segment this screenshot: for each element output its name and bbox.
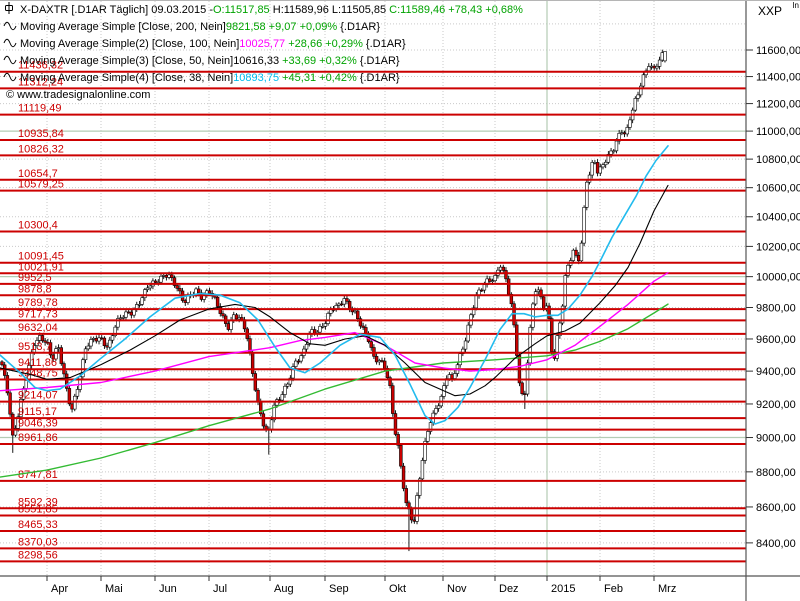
legend-row-ma50[interactable]: Moving Average Simple(3) [Close, 50, Nei… [3,53,523,70]
y-tick-label: 11600,00 [756,45,800,57]
instrument-title: X-DAXTR [.D1AR Täglich] 09.03.2015 - [20,2,213,19]
y-tick-label: 10000,00 [756,272,800,284]
open-value: O:11517,85 [213,2,270,19]
y-tick-label: 9800,00 [756,302,796,314]
time-axis[interactable]: Apr Mai Jun Jul Aug Sep Okt Nov Dez 2015 Feb Mrz [0,576,800,595]
level-label: 9878,8 [18,283,52,295]
level-label: 9717,73 [18,308,58,320]
y-tick-label: 11400,00 [756,72,800,84]
x-tick-label: 2015 [551,583,575,595]
level-label: 9046,39 [18,418,58,430]
y-tick-label: 11200,00 [756,99,800,111]
legend-row-instrument[interactable]: X-DAXTR [.D1AR Täglich] 09.03.2015 - O:1… [3,2,523,19]
x-tick-label: Okt [389,583,406,595]
copyright-notice: © www.tradesignalonline.com [3,87,523,104]
ma200-change: +9,07 +0,09% [266,19,338,36]
level-label: 9513,7 [18,341,52,353]
y-tick-label: 10200,00 [756,241,800,253]
level-label: 9115,17 [18,406,57,418]
wave-icon [3,36,17,54]
y-tick-label: 8800,00 [756,467,796,479]
level-label: 10826,32 [18,143,64,155]
y-tick-label: 9400,00 [756,366,796,378]
ma200-value: 9821,58 [226,19,266,36]
ma50-label: Moving Average Simple(3) [Close, 50, Nei… [20,53,233,70]
level-label: 8465,33 [18,519,58,531]
ma50-change: +33,69 +0,32% [279,53,357,70]
x-tick-label: Mai [105,583,123,595]
ma100-change: +28,66 +0,29% [285,36,363,53]
wave-icon [3,19,17,37]
high-low-values: H:11589,96 L:11505,85 [270,2,389,19]
price-axis[interactable]: 11600,00 11400,00 11200,00 11000,00 10800,00… [746,1,800,601]
legend-row-ma200[interactable]: Moving Average Simple [Close, 200, Nein]… [3,19,523,36]
x-tick-label: Jun [159,583,177,595]
level-label: 10935,84 [18,128,64,140]
level-label: 8370,03 [18,536,58,548]
corner-text-fragment: In [792,1,799,10]
ma200-suffix: {.D1AR} [337,19,380,36]
close-change-values: C:11589,46 +78,43 +0,68% [389,2,523,19]
x-tick-label: Sep [329,583,349,595]
level-label: 8551,85 [18,504,58,516]
y-tick-label: 8600,00 [756,502,796,514]
x-tick-label: Apr [51,583,68,595]
level-label: 10579,25 [18,179,64,191]
level-label: 9632,04 [18,322,58,334]
ma100-label: Moving Average Simple(2) [Close, 100, Ne… [20,36,239,53]
level-label: 10300,4 [18,219,58,231]
ma200-label: Moving Average Simple [Close, 200, Nein] [20,19,226,36]
y-tick-label: 10400,00 [756,212,800,224]
y-tick-label: 10800,00 [756,154,800,166]
ma100-value: 10025,77 [239,36,285,53]
copyright-text: © www.tradesignalonline.com [6,87,150,104]
ma38-suffix: {.D1AR} [357,70,400,87]
level-label: 9789,78 [18,297,58,309]
ma38-change: +45,31 +0,42% [279,70,357,87]
x-tick-label: Dez [499,583,519,595]
legend-row-ma38[interactable]: Moving Average Simple(4) [Close, 38, Nei… [3,70,523,87]
level-label: 9214,07 [18,390,58,402]
ma38-value: 10893,75 [233,70,279,87]
x-tick-label: Mrz [658,583,676,595]
level-label: 8298,56 [18,549,58,561]
y-tick-label: 10600,00 [756,183,800,195]
y-tick-label: 9000,00 [756,433,796,445]
legend-row-ma100[interactable]: Moving Average Simple(2) [Close, 100, Ne… [3,36,523,53]
legend: X-DAXTR [.D1AR Täglich] 09.03.2015 - O:1… [3,2,523,104]
y-tick-label: 9600,00 [756,334,796,346]
x-tick-label: Feb [604,583,623,595]
level-label: 9952,5 [18,272,52,284]
x-tick-label: Aug [274,583,294,595]
ma50-value: 10616,33 [233,53,279,70]
wave-icon [3,53,17,71]
level-label: 8961,86 [18,432,58,444]
wave-icon [3,70,17,88]
ma38-label: Moving Average Simple(4) [Close, 38, Nei… [20,70,233,87]
chart-window: 11436,3211312,2411119,4910935,8410826,32… [0,0,800,601]
y-tick-label: 9200,00 [756,399,796,411]
level-label: 8747,81 [18,469,58,481]
ma50-suffix: {.D1AR} [357,53,400,70]
y-tick-label: 8400,00 [756,538,796,550]
y-tick-label: 11000,00 [756,126,800,138]
pin-icon [3,2,17,20]
level-label: 11119,49 [18,103,61,115]
x-tick-label: Jul [213,583,227,595]
x-tick-label: Nov [447,583,467,595]
price-axis-header: XXP [758,4,782,18]
ma100-suffix: {.D1AR} [363,36,406,53]
